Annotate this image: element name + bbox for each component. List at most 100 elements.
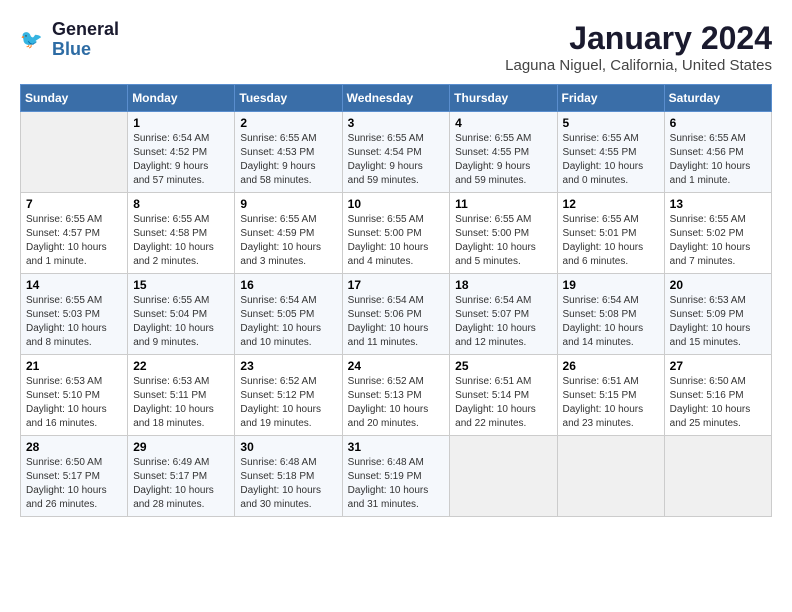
calendar-cell: 11 Sunrise: 6:55 AM Sunset: 5:00 PM Dayli… <box>450 193 557 274</box>
calendar-cell: 9 Sunrise: 6:55 AM Sunset: 4:59 PM Daylig… <box>235 193 342 274</box>
column-header-tuesday: Tuesday <box>235 85 342 112</box>
day-number: 13 <box>670 197 766 211</box>
day-number: 22 <box>133 359 229 373</box>
calendar-cell: 5 Sunrise: 6:55 AM Sunset: 4:55 PM Daylig… <box>557 112 664 193</box>
day-number: 25 <box>455 359 551 373</box>
day-info: Sunrise: 6:55 AM Sunset: 5:03 PM Dayligh… <box>26 294 122 350</box>
calendar-cell <box>21 112 128 193</box>
day-number: 14 <box>26 278 122 292</box>
day-number: 16 <box>240 278 336 292</box>
calendar-cell: 3 Sunrise: 6:55 AM Sunset: 4:54 PM Daylig… <box>342 112 450 193</box>
day-number: 12 <box>563 197 659 211</box>
logo: 🐦 General Blue <box>20 20 119 60</box>
day-info: Sunrise: 6:50 AM Sunset: 5:16 PM Dayligh… <box>670 375 766 431</box>
day-info: Sunrise: 6:55 AM Sunset: 4:59 PM Dayligh… <box>240 213 336 269</box>
calendar-cell: 22 Sunrise: 6:53 AM Sunset: 5:11 PM Dayli… <box>128 355 235 436</box>
location-subtitle: Laguna Niguel, California, United States <box>505 57 772 74</box>
day-number: 10 <box>348 197 445 211</box>
calendar-cell: 31 Sunrise: 6:48 AM Sunset: 5:19 PM Dayli… <box>342 436 450 517</box>
day-number: 1 <box>133 116 229 130</box>
day-number: 3 <box>348 116 445 130</box>
calendar-cell: 8 Sunrise: 6:55 AM Sunset: 4:58 PM Daylig… <box>128 193 235 274</box>
svg-text:🐦: 🐦 <box>20 29 43 49</box>
day-number: 9 <box>240 197 336 211</box>
calendar-week-2: 7Sunrise: 6:55 AM Sunset: 4:57 PM Daylig… <box>21 193 772 274</box>
calendar-cell: 27 Sunrise: 6:50 AM Sunset: 5:16 PM Dayli… <box>664 355 771 436</box>
day-info: Sunrise: 6:49 AM Sunset: 5:17 PM Dayligh… <box>133 456 229 512</box>
day-info: Sunrise: 6:55 AM Sunset: 4:54 PM Dayligh… <box>348 132 445 188</box>
day-info: Sunrise: 6:54 AM Sunset: 4:52 PM Dayligh… <box>133 132 229 188</box>
column-header-monday: Monday <box>128 85 235 112</box>
day-info: Sunrise: 6:55 AM Sunset: 4:56 PM Dayligh… <box>670 132 766 188</box>
calendar-cell: 10 Sunrise: 6:55 AM Sunset: 5:00 PM Dayli… <box>342 193 450 274</box>
day-info: Sunrise: 6:55 AM Sunset: 5:04 PM Dayligh… <box>133 294 229 350</box>
day-number: 24 <box>348 359 445 373</box>
day-number: 2 <box>240 116 336 130</box>
day-number: 15 <box>133 278 229 292</box>
day-info: Sunrise: 6:54 AM Sunset: 5:08 PM Dayligh… <box>563 294 659 350</box>
calendar-cell: 20 Sunrise: 6:53 AM Sunset: 5:09 PM Dayli… <box>664 274 771 355</box>
day-number: 20 <box>670 278 766 292</box>
day-number: 23 <box>240 359 336 373</box>
day-info: Sunrise: 6:55 AM Sunset: 4:53 PM Dayligh… <box>240 132 336 188</box>
calendar-cell: 6Sunrise: 6:55 AM Sunset: 4:56 PM Daylig… <box>664 112 771 193</box>
calendar-week-3: 14 Sunrise: 6:55 AM Sunset: 5:03 PM Dayli… <box>21 274 772 355</box>
calendar-cell: 16 Sunrise: 6:54 AM Sunset: 5:05 PM Dayli… <box>235 274 342 355</box>
calendar-table: SundayMondayTuesdayWednesdayThursdayFrid… <box>20 84 772 517</box>
calendar-cell <box>664 436 771 517</box>
day-info: Sunrise: 6:55 AM Sunset: 5:02 PM Dayligh… <box>670 213 766 269</box>
day-info: Sunrise: 6:53 AM Sunset: 5:09 PM Dayligh… <box>670 294 766 350</box>
day-info: Sunrise: 6:52 AM Sunset: 5:13 PM Dayligh… <box>348 375 445 431</box>
column-header-sunday: Sunday <box>21 85 128 112</box>
calendar-cell: 30 Sunrise: 6:48 AM Sunset: 5:18 PM Dayli… <box>235 436 342 517</box>
calendar-cell: 18Sunrise: 6:54 AM Sunset: 5:07 PM Dayli… <box>450 274 557 355</box>
calendar-cell: 12 Sunrise: 6:55 AM Sunset: 5:01 PM Dayli… <box>557 193 664 274</box>
calendar-cell: 19Sunrise: 6:54 AM Sunset: 5:08 PM Dayli… <box>557 274 664 355</box>
calendar-cell: 4Sunrise: 6:55 AM Sunset: 4:55 PM Daylig… <box>450 112 557 193</box>
day-number: 11 <box>455 197 551 211</box>
calendar-cell: 2 Sunrise: 6:55 AM Sunset: 4:53 PM Daylig… <box>235 112 342 193</box>
title-section: January 2024 Laguna Niguel, California, … <box>505 20 772 74</box>
day-info: Sunrise: 6:54 AM Sunset: 5:05 PM Dayligh… <box>240 294 336 350</box>
day-info: Sunrise: 6:55 AM Sunset: 5:00 PM Dayligh… <box>348 213 445 269</box>
calendar-cell: 7Sunrise: 6:55 AM Sunset: 4:57 PM Daylig… <box>21 193 128 274</box>
day-info: Sunrise: 6:48 AM Sunset: 5:18 PM Dayligh… <box>240 456 336 512</box>
day-info: Sunrise: 6:51 AM Sunset: 5:15 PM Dayligh… <box>563 375 659 431</box>
calendar-cell: 26 Sunrise: 6:51 AM Sunset: 5:15 PM Dayli… <box>557 355 664 436</box>
day-info: Sunrise: 6:53 AM Sunset: 5:11 PM Dayligh… <box>133 375 229 431</box>
day-number: 17 <box>348 278 445 292</box>
day-info: Sunrise: 6:54 AM Sunset: 5:06 PM Dayligh… <box>348 294 445 350</box>
calendar-cell: 14 Sunrise: 6:55 AM Sunset: 5:03 PM Dayli… <box>21 274 128 355</box>
calendar-cell <box>450 436 557 517</box>
day-info: Sunrise: 6:53 AM Sunset: 5:10 PM Dayligh… <box>26 375 122 431</box>
day-number: 28 <box>26 440 122 454</box>
page-header: 🐦 General Blue January 2024 Laguna Nigue… <box>20 20 772 74</box>
day-info: Sunrise: 6:48 AM Sunset: 5:19 PM Dayligh… <box>348 456 445 512</box>
day-info: Sunrise: 6:55 AM Sunset: 4:57 PM Dayligh… <box>26 213 122 269</box>
day-number: 31 <box>348 440 445 454</box>
day-info: Sunrise: 6:55 AM Sunset: 5:01 PM Dayligh… <box>563 213 659 269</box>
day-number: 5 <box>563 116 659 130</box>
day-number: 30 <box>240 440 336 454</box>
calendar-cell: 17 Sunrise: 6:54 AM Sunset: 5:06 PM Dayli… <box>342 274 450 355</box>
day-number: 18 <box>455 278 551 292</box>
day-number: 26 <box>563 359 659 373</box>
day-info: Sunrise: 6:55 AM Sunset: 4:58 PM Dayligh… <box>133 213 229 269</box>
day-number: 27 <box>670 359 766 373</box>
day-number: 8 <box>133 197 229 211</box>
calendar-cell: 24 Sunrise: 6:52 AM Sunset: 5:13 PM Dayli… <box>342 355 450 436</box>
month-year-title: January 2024 <box>505 20 772 57</box>
day-info: Sunrise: 6:55 AM Sunset: 5:00 PM Dayligh… <box>455 213 551 269</box>
day-info: Sunrise: 6:50 AM Sunset: 5:17 PM Dayligh… <box>26 456 122 512</box>
calendar-cell: 13 Sunrise: 6:55 AM Sunset: 5:02 PM Dayli… <box>664 193 771 274</box>
calendar-week-1: 1 Sunrise: 6:54 AM Sunset: 4:52 PM Daylig… <box>21 112 772 193</box>
day-info: Sunrise: 6:52 AM Sunset: 5:12 PM Dayligh… <box>240 375 336 431</box>
calendar-cell: 23 Sunrise: 6:52 AM Sunset: 5:12 PM Dayli… <box>235 355 342 436</box>
day-number: 4 <box>455 116 551 130</box>
calendar-cell <box>557 436 664 517</box>
calendar-header-row: SundayMondayTuesdayWednesdayThursdayFrid… <box>21 85 772 112</box>
calendar-week-4: 21Sunrise: 6:53 AM Sunset: 5:10 PM Dayli… <box>21 355 772 436</box>
calendar-cell: 25 Sunrise: 6:51 AM Sunset: 5:14 PM Dayli… <box>450 355 557 436</box>
day-info: Sunrise: 6:51 AM Sunset: 5:14 PM Dayligh… <box>455 375 551 431</box>
day-info: Sunrise: 6:55 AM Sunset: 4:55 PM Dayligh… <box>563 132 659 188</box>
